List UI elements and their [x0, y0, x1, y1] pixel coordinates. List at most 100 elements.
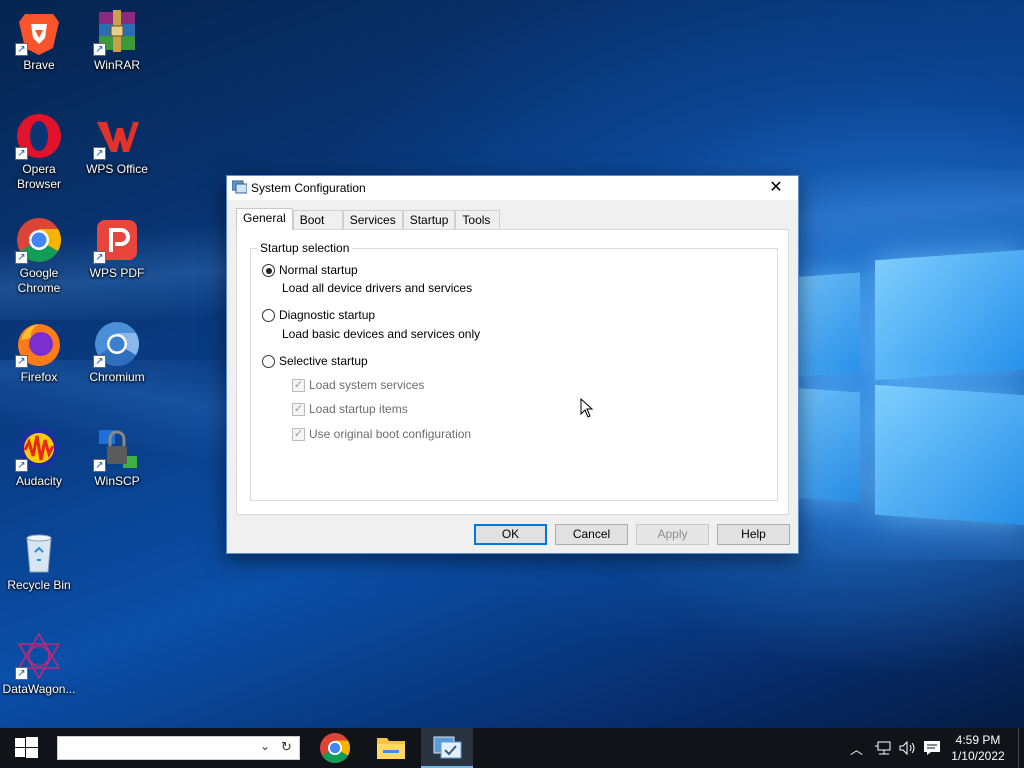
- shortcut-arrow-icon: ↗: [15, 355, 28, 368]
- windows-wallpaper-logo: [790, 235, 1024, 545]
- tab-startup[interactable]: Startup: [402, 210, 456, 230]
- clock-time: 4:59 PM: [955, 733, 1001, 747]
- start-button[interactable]: [0, 728, 54, 768]
- taskbar-clock[interactable]: 4:59 PM 1/10/2022: [946, 732, 1010, 764]
- shortcut-arrow-icon: ↗: [15, 251, 28, 264]
- chevron-down-icon[interactable]: ⌄: [260, 739, 270, 753]
- normal-startup-radio[interactable]: [262, 264, 275, 277]
- desktop-icon-wps-pdf[interactable]: ↗ WPS PDF: [78, 216, 156, 281]
- system-configuration-dialog: System Configuration ✕ General Boot Serv…: [226, 175, 799, 554]
- winrar-icon: ↗: [93, 8, 141, 56]
- taskbar-chrome[interactable]: [309, 728, 361, 768]
- desktop-icon-chromium[interactable]: ↗ Chromium: [78, 320, 156, 385]
- desktop-icon-brave[interactable]: ↗ Brave: [0, 8, 78, 73]
- chromium-icon: ↗: [93, 320, 141, 368]
- close-button[interactable]: ✕: [754, 176, 798, 200]
- brave-icon: ↗: [15, 8, 63, 56]
- desktop-icon-winrar[interactable]: ↗ WinRAR: [78, 8, 156, 73]
- opera-icon: ↗: [15, 112, 63, 160]
- wps-office-icon: ↗: [93, 112, 141, 160]
- network-icon[interactable]: [875, 740, 893, 756]
- load-startup-items-checkbox[interactable]: ✓: [292, 403, 305, 416]
- recycle-bin-icon: [15, 528, 63, 576]
- dialog-title: System Configuration: [251, 181, 366, 195]
- desktop-icon-datawagon[interactable]: ↗ DataWagon...: [0, 632, 78, 697]
- desktop-icon-label: WinRAR: [93, 58, 140, 72]
- shortcut-arrow-icon: ↗: [93, 43, 106, 56]
- use-original-boot-configuration-label: Use original boot configuration: [309, 427, 472, 441]
- normal-startup-description: Load all device drivers and services: [282, 281, 473, 295]
- shortcut-arrow-icon: ↗: [15, 147, 28, 160]
- desktop-icon-label: Chromium: [89, 370, 145, 384]
- desktop-icon-label: Opera Browser: [16, 162, 61, 191]
- desktop-icon-recycle-bin[interactable]: Recycle Bin: [0, 528, 78, 593]
- winscp-icon: ↗: [93, 424, 141, 472]
- chevron-up-icon[interactable]: ︿: [850, 739, 863, 758]
- file-explorer-icon: [377, 738, 405, 759]
- refresh-icon[interactable]: ↻: [281, 739, 292, 755]
- desktop-icon-label: Google Chrome: [17, 266, 61, 295]
- desktop-icon-audacity[interactable]: ↗ Audacity: [0, 424, 78, 489]
- help-button[interactable]: Help: [717, 524, 790, 545]
- mouse-cursor-icon: [580, 398, 594, 418]
- wps-pdf-icon: ↗: [93, 216, 141, 264]
- apply-button[interactable]: Apply: [636, 524, 709, 545]
- normal-startup-label[interactable]: Normal startup: [279, 263, 358, 277]
- desktop-icon-label: Recycle Bin: [7, 578, 71, 592]
- desktop-icon-label: Audacity: [15, 474, 63, 488]
- tab-services[interactable]: Services: [342, 210, 403, 230]
- load-startup-items-label: Load startup items: [309, 402, 408, 416]
- diagnostic-startup-description: Load basic devices and services only: [282, 327, 481, 341]
- desktop-icon-wps-office[interactable]: ↗ WPS Office: [78, 112, 156, 177]
- tab-tools[interactable]: Tools: [455, 210, 501, 230]
- clock-date: 1/10/2022: [951, 749, 1005, 763]
- tab-general[interactable]: General: [236, 208, 293, 230]
- taskbar-system-configuration[interactable]: [421, 728, 473, 768]
- desktop-icon-firefox[interactable]: ↗ Firefox: [0, 320, 78, 385]
- audacity-icon: ↗: [15, 424, 63, 472]
- general-tab-panel: Startup selection Normal startup Load al…: [236, 229, 789, 515]
- taskbar-file-explorer[interactable]: [365, 728, 417, 768]
- chrome-icon: [320, 733, 351, 764]
- shortcut-arrow-icon: ↗: [93, 251, 106, 264]
- desktop-icon-opera[interactable]: ↗ Opera Browser: [0, 112, 78, 192]
- desktop-icon-label: WPS PDF: [89, 266, 145, 280]
- desktop-icon-label: Brave: [23, 58, 55, 72]
- notification-icon[interactable]: [923, 740, 941, 756]
- datawagon-icon: ↗: [15, 632, 63, 680]
- desktop-icon-label: Firefox: [20, 370, 58, 384]
- ok-button[interactable]: OK: [474, 524, 547, 545]
- load-system-services-checkbox[interactable]: ✓: [292, 379, 305, 392]
- system-configuration-icon: [231, 180, 248, 194]
- dialog-titlebar[interactable]: System Configuration ✕: [227, 176, 798, 200]
- use-original-boot-configuration-checkbox[interactable]: ✓: [292, 428, 305, 441]
- startup-selection-group: Startup selection Normal startup Load al…: [250, 241, 778, 501]
- shortcut-arrow-icon: ↗: [93, 355, 106, 368]
- desktop-icon-label: WPS Office: [86, 162, 148, 176]
- chrome-icon: ↗: [15, 216, 63, 264]
- taskbar-search-box[interactable]: ⌄ ↻: [57, 736, 300, 760]
- volume-icon[interactable]: [899, 740, 917, 756]
- system-configuration-icon: [433, 736, 462, 759]
- tab-boot[interactable]: Boot: [292, 210, 343, 230]
- selective-startup-radio[interactable]: [262, 355, 275, 368]
- load-system-services-label: Load system services: [309, 378, 425, 392]
- diagnostic-startup-label[interactable]: Diagnostic startup: [279, 308, 375, 322]
- desktop-icon-google-chrome[interactable]: ↗ Google Chrome: [0, 216, 78, 296]
- diagnostic-startup-radio[interactable]: [262, 309, 275, 322]
- tab-strip: General Boot Services Startup Tools: [236, 208, 501, 230]
- desktop-icon-winscp[interactable]: ↗ WinSCP: [78, 424, 156, 489]
- firefox-icon: ↗: [15, 320, 63, 368]
- show-desktop-button[interactable]: [1018, 728, 1024, 768]
- group-title: Startup selection: [257, 241, 353, 255]
- windows-start-icon: [15, 737, 38, 758]
- shortcut-arrow-icon: ↗: [15, 667, 28, 680]
- cancel-button[interactable]: Cancel: [555, 524, 628, 545]
- taskbar: ⌄ ↻ ︿ 4:59 PM 1/10/2022: [0, 728, 1024, 768]
- shortcut-arrow-icon: ↗: [93, 459, 106, 472]
- search-input[interactable]: [60, 739, 256, 757]
- shortcut-arrow-icon: ↗: [15, 43, 28, 56]
- desktop-icon-label: DataWagon...: [2, 682, 76, 696]
- desktop-icon-label: WinSCP: [94, 474, 140, 488]
- selective-startup-label[interactable]: Selective startup: [279, 354, 368, 368]
